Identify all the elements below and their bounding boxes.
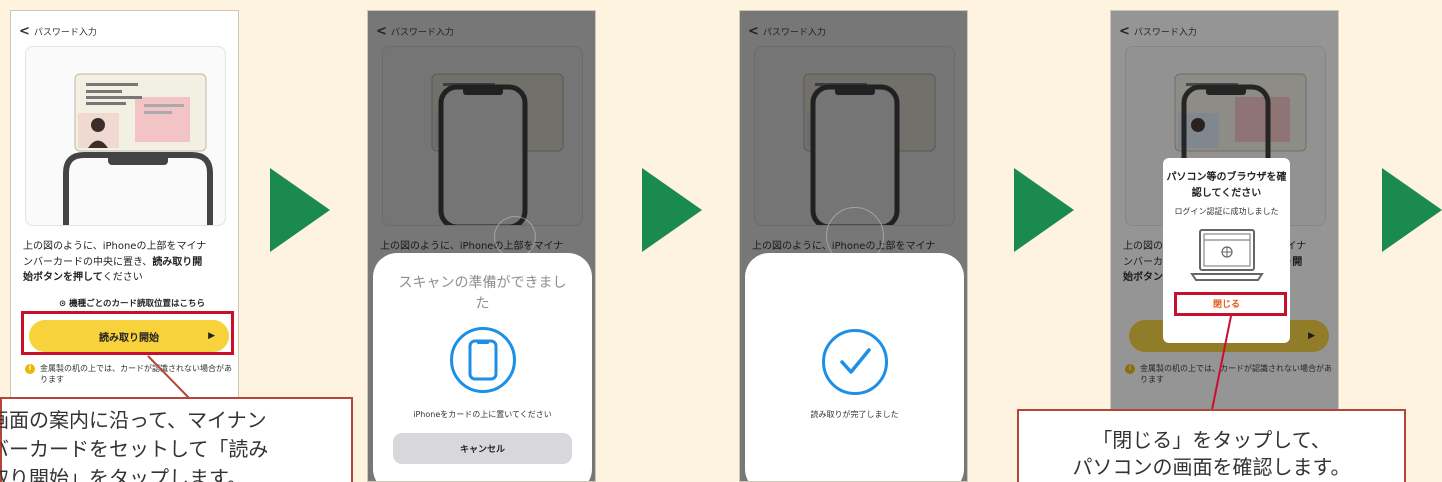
step4-callout: 「閉じる」をタップして、 パソコンの画面を確認します。 [1017, 409, 1406, 482]
step4-callout-line-1: 「閉じる」をタップして、 [1092, 428, 1331, 452]
step1-callout-line-3: 取り開始」をタップします。 [0, 466, 247, 482]
step1-callout-line-1: 画面の案内に沿って、マイナン [0, 408, 267, 432]
step1-callout: 画面の案内に沿って、マイナン バーカードをセットして「読み 取り開始」をタップし… [0, 397, 353, 482]
callout-pointer-1 [147, 355, 191, 400]
step4-callout-line-2: パソコンの画面を確認します。 [1072, 455, 1351, 479]
callout-pointer-2 [1211, 315, 1232, 411]
step1-callout-line-2: バーカードをセットして「読み [0, 437, 269, 461]
